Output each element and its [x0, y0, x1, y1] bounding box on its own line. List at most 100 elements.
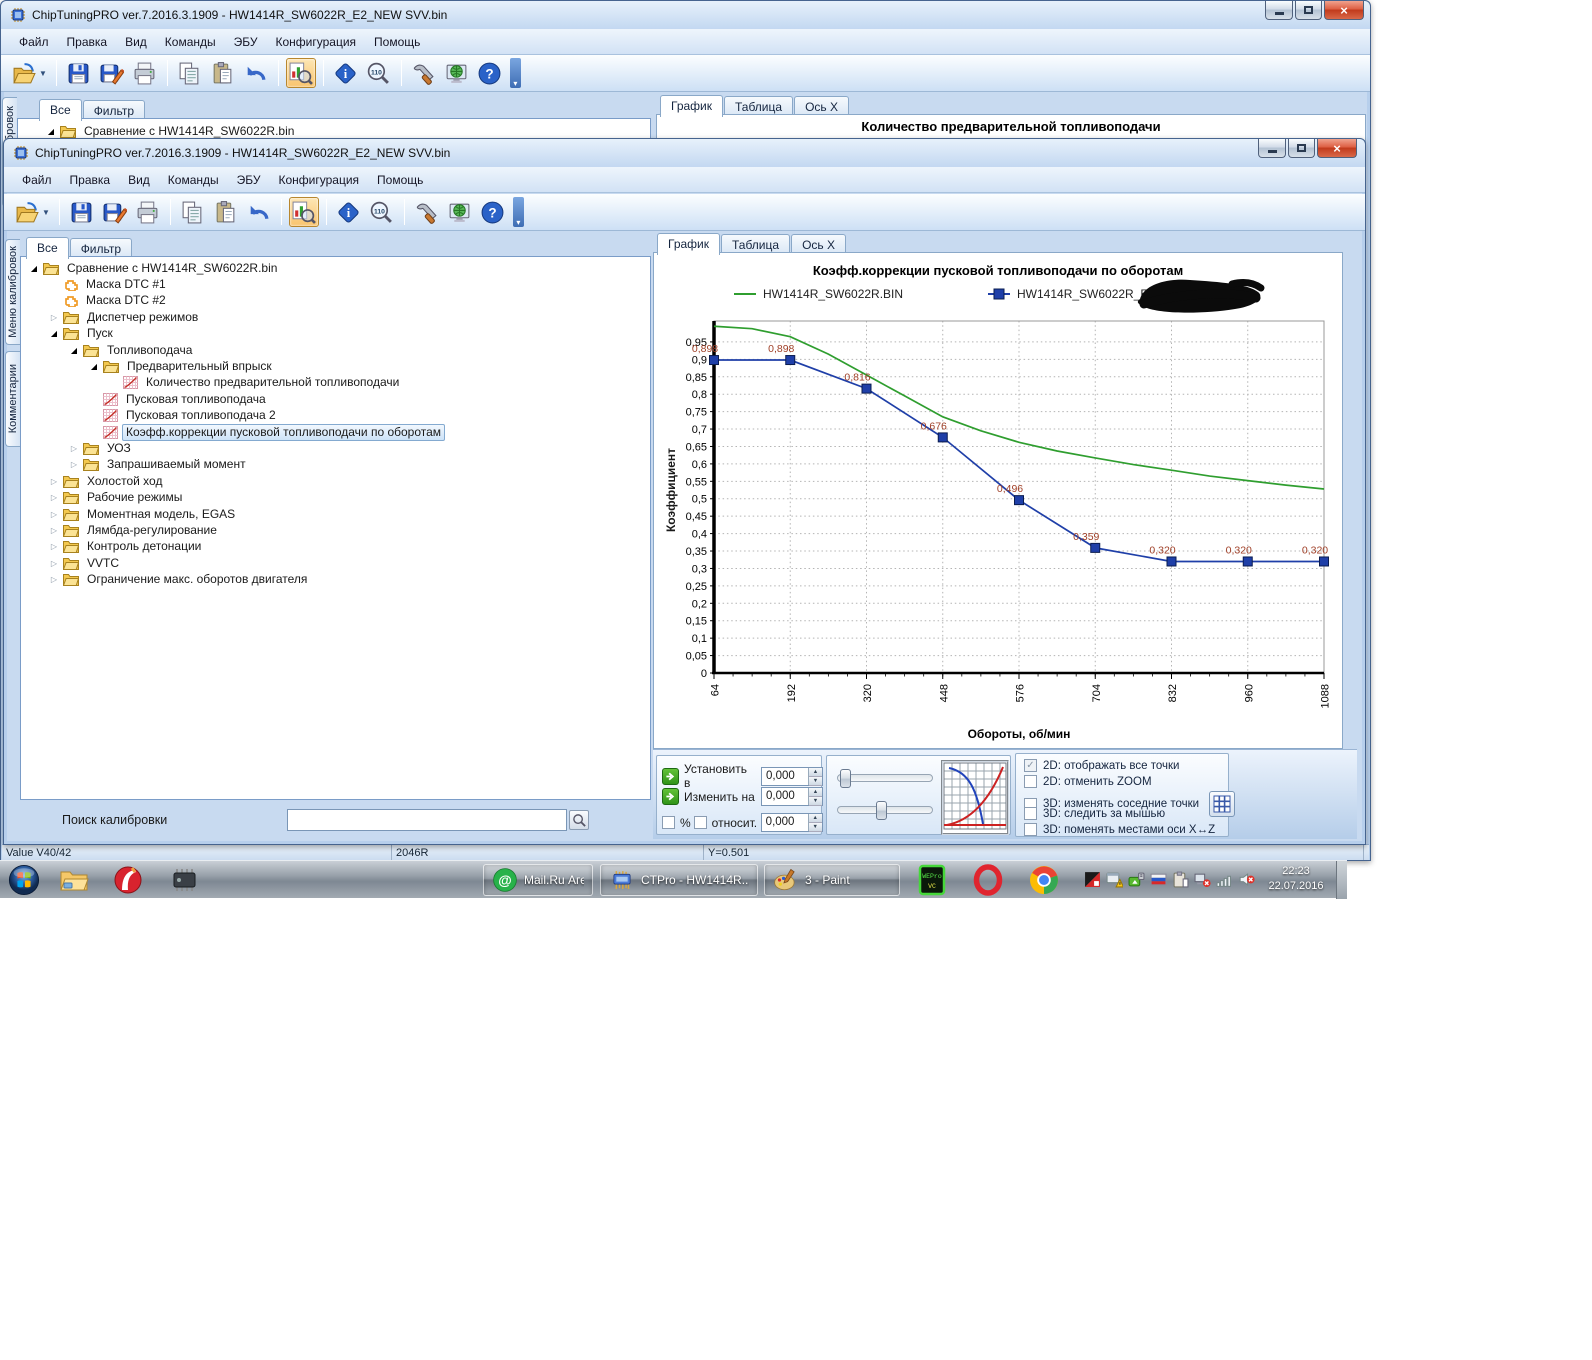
tray-signal-bars-icon[interactable]: [1216, 871, 1234, 889]
sidebar-tab-calibrations[interactable]: Меню калибровок: [5, 239, 20, 345]
tab-Все[interactable]: Все: [26, 237, 69, 259]
tray-action-center-icon[interactable]: [1106, 871, 1124, 889]
toolbar-paste-button[interactable]: [211, 197, 241, 227]
menu-item[interactable]: Помощь: [366, 32, 428, 52]
tree-expanded-icon[interactable]: ◢: [29, 264, 39, 273]
tree-expand-icon[interactable]: ◢: [46, 127, 56, 136]
tray-clipboard-icon[interactable]: [1172, 871, 1190, 889]
tree-item[interactable]: ▷ Рабочие режимы: [49, 490, 186, 506]
taskbar[interactable]: @Mail.Ru АгентCTPro - HW1414R...3 - Pain…: [0, 860, 1347, 898]
toolbar-save-as-button[interactable]: [100, 197, 130, 227]
taskbar-wepro-icon[interactable]: WEProVC: [916, 864, 948, 896]
toolbar-info-button[interactable]: i: [331, 58, 361, 88]
tray-network-error-icon[interactable]: [1194, 871, 1212, 889]
option-checkbox[interactable]: [1024, 775, 1037, 788]
tree-item[interactable]: ▷ Диспетчер режимов: [49, 309, 202, 325]
tree-item[interactable]: Сравнение с HW1414R_SW6022R.bin: [80, 123, 298, 140]
horizontal-slider-1[interactable]: [837, 774, 933, 782]
toolbar-print-button[interactable]: [133, 197, 163, 227]
curve-preview-thumbnail[interactable]: [941, 760, 1009, 835]
open-dropdown-icon[interactable]: ▼: [42, 208, 50, 217]
tree-item[interactable]: ▷ Холостой ход: [49, 473, 166, 489]
toolbar-help-button[interactable]: ?: [475, 58, 505, 88]
set-in-spinner[interactable]: 0,000 ▲▼: [761, 767, 823, 786]
toolbar-undo-button[interactable]: [244, 197, 274, 227]
tree-item[interactable]: ◢ Топливоподача: [69, 342, 196, 358]
open-dropdown-icon[interactable]: ▼: [39, 69, 47, 78]
taskbar-explorer-icon[interactable]: [58, 864, 90, 896]
taskbar-ccleaner-icon[interactable]: [112, 864, 144, 896]
tree-collapsed-icon[interactable]: ▷: [49, 313, 59, 322]
tree-collapsed-icon[interactable]: ▷: [49, 542, 59, 551]
tree-collapsed-icon[interactable]: ▷: [49, 559, 59, 568]
toolbar-compare-charts-button[interactable]: [289, 197, 319, 227]
apply-change-button[interactable]: [662, 788, 679, 805]
menu-item[interactable]: Вид: [120, 170, 158, 190]
menu-item[interactable]: Вид: [117, 32, 155, 52]
tree-expanded-icon[interactable]: ◢: [89, 362, 99, 371]
close-button[interactable]: ×: [1324, 1, 1364, 20]
tree-item[interactable]: Коэфф.коррекции пусковой топливоподачи п…: [89, 424, 445, 440]
tree-collapsed-icon[interactable]: ▷: [49, 510, 59, 519]
tab-Все[interactable]: Все: [39, 99, 82, 121]
toolbar-internet-button[interactable]: [442, 58, 472, 88]
toolbar-tools-button[interactable]: [412, 197, 442, 227]
grid-edit-button[interactable]: [1209, 791, 1235, 817]
relative-spinner[interactable]: 0,000 ▲▼: [761, 813, 823, 832]
menu-item[interactable]: Файл: [11, 32, 57, 52]
tree-collapsed-icon[interactable]: ▷: [69, 460, 79, 469]
tray-volume-muted-icon[interactable]: [1238, 871, 1256, 889]
toolbar-save-button[interactable]: [67, 197, 97, 227]
tree-collapsed-icon[interactable]: ▷: [49, 575, 59, 584]
menu-item[interactable]: ЭБУ: [226, 32, 266, 52]
menu-item[interactable]: Правка: [59, 32, 116, 52]
toolbar-overflow-button[interactable]: ▾: [513, 197, 524, 227]
change-by-spinner[interactable]: 0,000 ▲▼: [761, 787, 823, 806]
menu-item[interactable]: Помощь: [369, 170, 431, 190]
toolbar-save-as-button[interactable]: [97, 58, 127, 88]
toolbar-open-button[interactable]: [12, 197, 42, 227]
tree-item[interactable]: Пусковая топливоподача: [89, 391, 270, 407]
toolbar-zoom-110-button[interactable]: 110: [367, 197, 397, 227]
tree-item[interactable]: Пусковая топливоподача 2: [89, 408, 280, 424]
menu-item[interactable]: Команды: [157, 32, 224, 52]
relative-checkbox[interactable]: [694, 816, 707, 829]
toolbar-info-button[interactable]: i: [334, 197, 364, 227]
taskbar-chip-icon[interactable]: [168, 864, 200, 896]
close-button[interactable]: ×: [1317, 139, 1357, 158]
toolbar-zoom-110-button[interactable]: 110: [364, 58, 394, 88]
show-desktop-button[interactable]: [1336, 861, 1347, 899]
tree-expanded-icon[interactable]: ◢: [69, 346, 79, 355]
search-input[interactable]: [287, 809, 567, 831]
apply-set-button[interactable]: [662, 768, 679, 785]
menu-item[interactable]: Конфигурация: [267, 32, 364, 52]
tree-item[interactable]: ◢ Пуск: [49, 326, 117, 342]
toolbar-copy-button[interactable]: [175, 58, 205, 88]
toolbar-save-button[interactable]: [64, 58, 94, 88]
tree-item[interactable]: ▷ Запрашиваемый момент: [69, 457, 250, 473]
tree-collapsed-icon[interactable]: ▷: [49, 493, 59, 502]
tree-item[interactable]: ◢ Предварительный впрыск: [89, 358, 276, 374]
minimize-button[interactable]: [1265, 1, 1293, 20]
taskbar-button-ctpro[interactable]: CTPro - HW1414R...: [600, 864, 758, 896]
tray-kaspersky-icon[interactable]: [1084, 871, 1102, 889]
tree-item[interactable]: ▷ Моментная модель, EGAS: [49, 506, 239, 522]
taskbar-start-icon[interactable]: [8, 864, 40, 896]
tree-item[interactable]: Количество предварительной топливоподачи: [109, 375, 403, 391]
tree-item[interactable]: ▷ УОЗ: [69, 440, 135, 456]
toolbar-compare-charts-button[interactable]: [286, 58, 316, 88]
toolbar-tools-button[interactable]: [409, 58, 439, 88]
tree-item[interactable]: ▷ Контроль детонации: [49, 539, 205, 555]
tree-expanded-icon[interactable]: ◢: [49, 329, 59, 338]
toolbar-open-button[interactable]: [9, 58, 39, 88]
menu-item[interactable]: ЭБУ: [229, 170, 269, 190]
toolbar-help-button[interactable]: ?: [478, 197, 508, 227]
toolbar-undo-button[interactable]: [241, 58, 271, 88]
menu-item[interactable]: Конфигурация: [270, 170, 367, 190]
maximize-button[interactable]: [1288, 139, 1315, 158]
taskbar-button-mailru[interactable]: @Mail.Ru Агент: [483, 864, 593, 896]
maximize-button[interactable]: [1295, 1, 1322, 20]
tree-collapsed-icon[interactable]: ▷: [49, 477, 59, 486]
tree-collapsed-icon[interactable]: ▷: [69, 444, 79, 453]
titlebar[interactable]: ChipTuningPRO ver.7.2016.3.1909 - HW1414…: [4, 139, 1365, 167]
